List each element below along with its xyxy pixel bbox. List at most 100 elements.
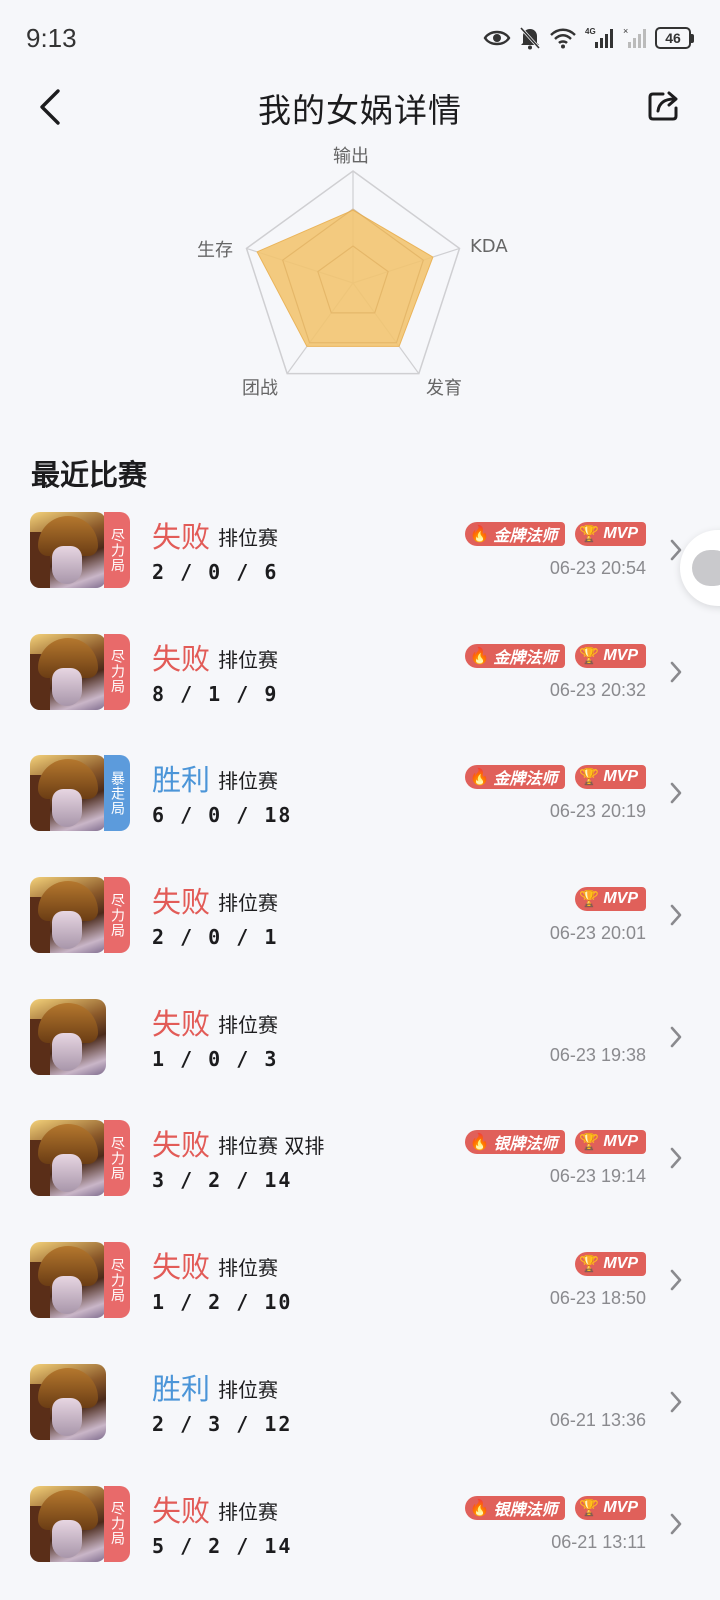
badge-label: MVP — [603, 1133, 638, 1151]
svg-text:×: × — [623, 26, 628, 36]
section-title: 最近比赛 — [31, 458, 148, 492]
badge-label: 银牌法师 — [493, 1136, 558, 1154]
match-kda: 6 / 0 / 18 — [152, 803, 293, 828]
match-row[interactable]: 胜利 排位赛 2 / 3 / 12 06-21 13:36 — [0, 1346, 720, 1468]
status-icons: 4G × 46 — [483, 26, 694, 50]
radar-chart: 输出 KDA 发育 团战 生存 — [0, 136, 720, 416]
radar-label-output: 输出 — [333, 146, 369, 167]
match-type: 排位赛 — [218, 769, 278, 794]
match-kda: 2 / 0 / 1 — [152, 925, 279, 950]
header: 我的女娲详情 — [0, 76, 720, 140]
hero-avatar — [30, 512, 106, 588]
match-result: 胜利 — [152, 763, 211, 798]
match-result: 失败 — [152, 885, 211, 920]
hero-avatar — [30, 1242, 106, 1319]
match-row[interactable]: 暴走局 胜利 排位赛 6 / 0 / 18 🔥 金牌法师 🏆 MVP 06-23 20:19 — [0, 737, 720, 859]
radar-label-growth: 发育 — [426, 378, 462, 399]
match-type: 排位赛 — [218, 1012, 278, 1037]
match-time: 06-23 20:32 — [549, 679, 646, 700]
flame-icon: 🔥 — [469, 769, 490, 787]
match-row[interactable]: 尽力局 失败 排位赛 1 / 2 / 10 🏆 MVP 06-23 18:50 — [0, 1224, 720, 1346]
trophy-icon: 🏆 — [579, 1499, 600, 1517]
battery-icon: 46 — [655, 27, 694, 49]
chevron-right-icon — [666, 658, 686, 686]
trophy-icon: 🏆 — [579, 1134, 600, 1152]
hero-avatar — [30, 755, 106, 832]
svg-text:4G: 4G — [585, 27, 596, 36]
rank-badge: 🔥 金牌法师 — [465, 643, 566, 668]
match-time: 06-23 19:14 — [549, 1166, 646, 1187]
share-button[interactable] — [644, 86, 684, 126]
badge-label: 金牌法师 — [493, 649, 558, 667]
rank-badge: 🔥 银牌法师 — [465, 1495, 566, 1520]
match-type: 排位赛 — [218, 526, 278, 550]
match-kda: 3 / 2 / 14 — [152, 1168, 293, 1193]
badge-label: MVP — [603, 646, 638, 664]
hero-avatar — [30, 998, 106, 1075]
match-row[interactable]: 失败 排位赛 1 / 0 / 3 06-23 19:38 — [0, 981, 720, 1103]
flame-icon: 🔥 — [469, 647, 490, 665]
mvp-badge: 🏆 MVP — [575, 887, 646, 912]
match-time: 06-23 19:38 — [549, 1044, 646, 1065]
match-kda: 2 / 3 / 12 — [152, 1411, 293, 1436]
wifi-icon — [550, 28, 576, 49]
match-badges: 🏆 MVP — [575, 1252, 646, 1277]
mvp-badge: 🏆 MVP — [575, 1495, 646, 1520]
match-row[interactable]: 尽力局 失败 排位赛 双排 3 / 2 / 14 🔥 银牌法师 🏆 MVP 06-23 19:1… — [0, 1102, 720, 1224]
match-time: 06-21 13:36 — [549, 1409, 646, 1430]
badge-label: MVP — [603, 525, 638, 542]
match-badges: 🏆 MVP — [575, 887, 646, 912]
chevron-right-icon — [666, 1388, 686, 1416]
match-badges: 🔥 银牌法师 🏆 MVP — [465, 1495, 646, 1520]
match-row[interactable]: 尽力局 失败 排位赛 8 / 1 / 9 🔥 金牌法师 🏆 MVP 06-23 20:32 — [0, 616, 720, 738]
hero-avatar — [30, 877, 106, 954]
match-mode-tag: 尽力局 — [104, 877, 130, 954]
status-bar: 9:13 4G × 46 — [0, 0, 720, 76]
match-result: 失败 — [152, 1128, 211, 1163]
match-row[interactable]: 尽力局 失败 排位赛 5 / 2 / 14 🔥 银牌法师 🏆 MVP 06-21 13:11 — [0, 1468, 720, 1590]
flame-icon: 🔥 — [469, 526, 490, 543]
match-mode-tag: 尽力局 — [104, 1242, 130, 1319]
match-result: 失败 — [152, 1493, 211, 1528]
mvp-badge: 🏆 MVP — [575, 522, 646, 546]
match-type: 排位赛 — [218, 1499, 278, 1524]
radar-label-kda: KDA — [470, 236, 508, 257]
badge-label: MVP — [603, 768, 638, 786]
match-time: 06-23 18:50 — [549, 1288, 646, 1309]
badge-label: MVP — [603, 1498, 638, 1516]
assistant-icon — [692, 550, 720, 586]
match-badges: 🔥 金牌法师 🏆 MVP — [465, 765, 646, 790]
match-kda: 1 / 2 / 10 — [152, 1290, 293, 1315]
chevron-right-icon — [666, 1144, 686, 1172]
trophy-icon: 🏆 — [579, 891, 600, 909]
hero-avatar — [30, 1485, 106, 1562]
trophy-icon: 🏆 — [579, 1256, 600, 1274]
match-badges: 🔥 金牌法师 🏆 MVP — [465, 643, 646, 668]
match-kda: 8 / 1 / 9 — [152, 681, 279, 706]
match-time: 06-23 20:54 — [549, 558, 646, 578]
battery-level: 46 — [655, 27, 691, 49]
badge-label: 银牌法师 — [493, 1501, 558, 1519]
chevron-right-icon — [666, 1510, 686, 1538]
badge-label: MVP — [603, 890, 638, 908]
chevron-right-icon — [666, 1023, 686, 1051]
match-result: 失败 — [152, 641, 211, 676]
match-type: 排位赛 双排 — [218, 1134, 325, 1159]
radar-svg — [245, 170, 461, 375]
trophy-icon: 🏆 — [579, 647, 600, 665]
page-title: 我的女娲详情 — [258, 91, 462, 130]
share-icon — [648, 91, 678, 121]
signal-4g-icon: 4G — [585, 27, 613, 48]
match-row[interactable]: 尽力局 失败 排位赛 2 / 0 / 6 🔥 金牌法师 🏆 MVP 06-23 20:54 — [0, 494, 720, 616]
flame-icon: 🔥 — [469, 1134, 490, 1152]
match-row[interactable]: 尽力局 失败 排位赛 2 / 0 / 1 🏆 MVP 06-23 20:01 — [0, 859, 720, 981]
match-result: 失败 — [152, 1250, 211, 1285]
match-time: 06-23 20:01 — [549, 923, 646, 944]
eye-icon — [483, 30, 511, 46]
chevron-right-icon — [666, 779, 686, 807]
match-type: 排位赛 — [218, 891, 278, 916]
mvp-badge: 🏆 MVP — [575, 643, 646, 668]
trophy-icon: 🏆 — [579, 769, 600, 787]
match-time: 06-23 20:19 — [549, 801, 646, 822]
match-kda: 1 / 0 / 3 — [152, 1046, 279, 1071]
